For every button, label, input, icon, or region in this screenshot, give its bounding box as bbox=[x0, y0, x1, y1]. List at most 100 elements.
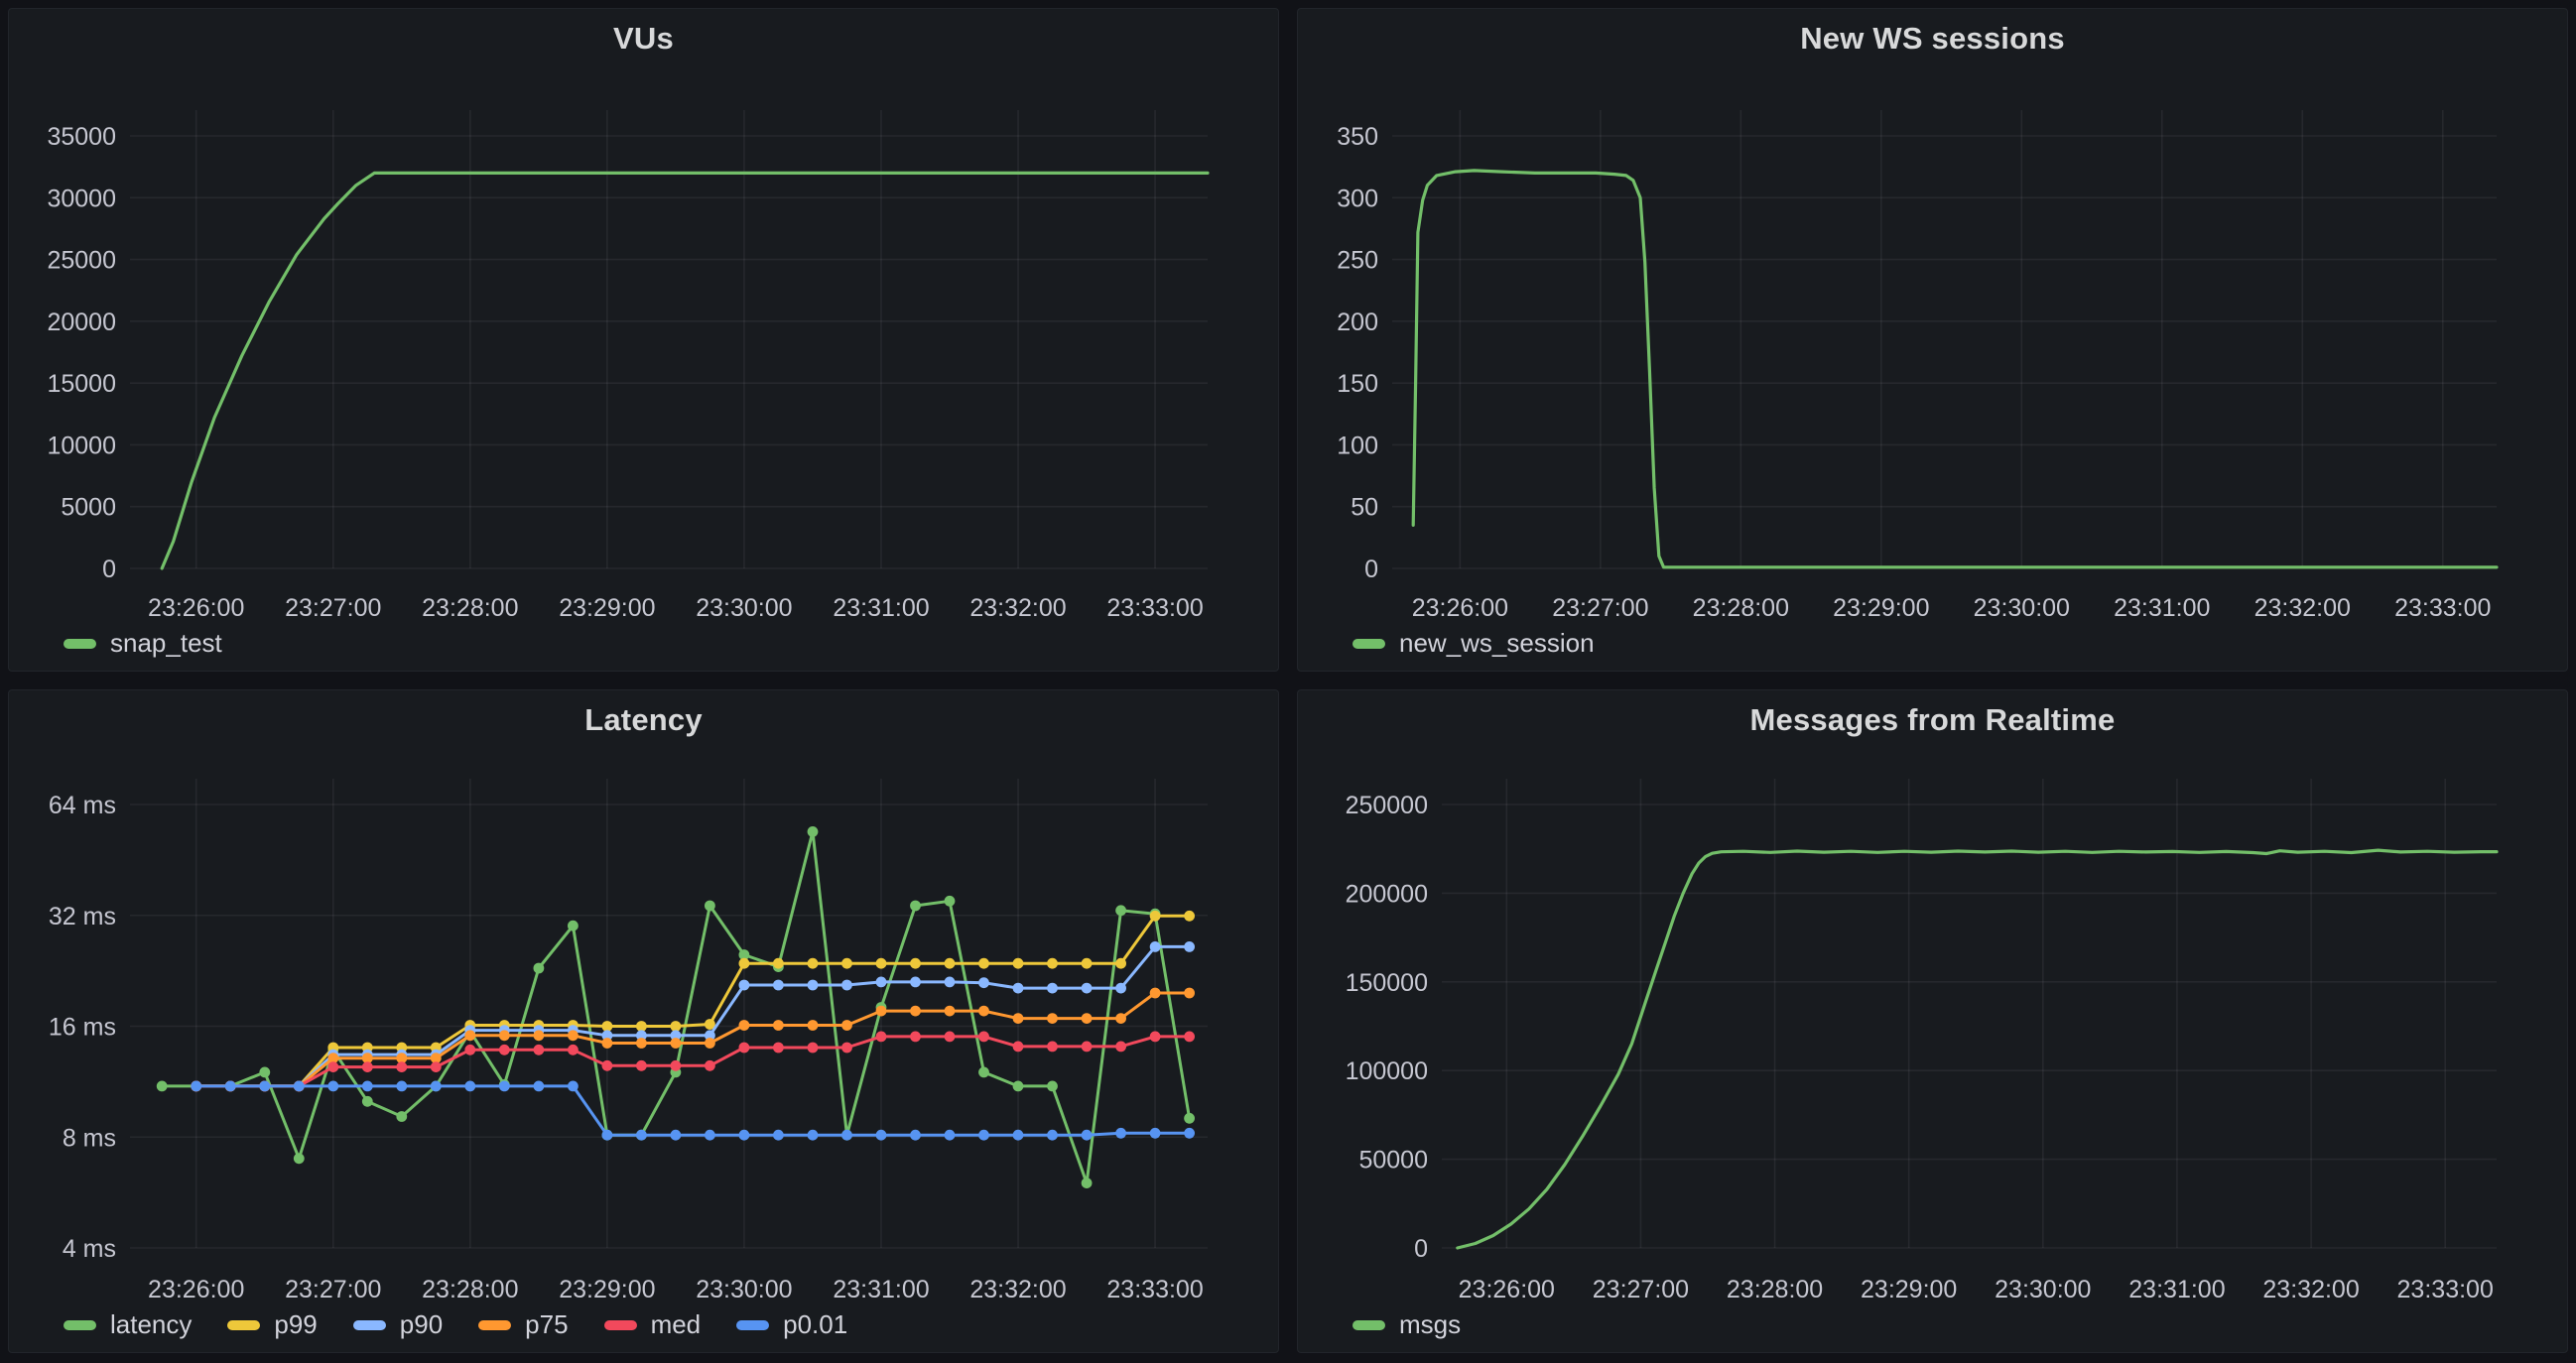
x-tick-label: 23:26:00 bbox=[1412, 594, 1508, 622]
x-tick-label: 23:33:00 bbox=[1106, 1276, 1203, 1303]
legend-latency: latency p99 p90 p75 med p0.01 bbox=[64, 1309, 847, 1340]
x-tick-label: 23:32:00 bbox=[969, 1276, 1066, 1303]
legend-item-msgs[interactable]: msgs bbox=[1352, 1309, 1461, 1340]
series-line-msgs bbox=[1458, 850, 2497, 1248]
grafana-dashboard: { "theme": { "page_bg": "#111217", "pane… bbox=[0, 0, 2576, 1363]
y-tick-label: 30000 bbox=[47, 185, 116, 212]
y-tick-label: 64 ms bbox=[49, 792, 116, 819]
legend-series-label: med bbox=[651, 1309, 702, 1340]
x-tick-label: 23:28:00 bbox=[1693, 594, 1789, 622]
x-tick-label: 23:26:00 bbox=[148, 1276, 244, 1303]
y-tick-label: 200000 bbox=[1346, 880, 1428, 908]
y-tick-label: 150 bbox=[1337, 370, 1378, 398]
x-tick-label: 23:32:00 bbox=[2254, 594, 2351, 622]
y-tick-label: 5000 bbox=[61, 494, 116, 522]
y-tick-label: 150000 bbox=[1346, 969, 1428, 997]
legend-series-swatch bbox=[604, 1320, 637, 1330]
y-tick-label: 10000 bbox=[47, 432, 116, 459]
y-tick-label: 8 ms bbox=[63, 1124, 116, 1152]
y-tick-label: 16 ms bbox=[49, 1014, 116, 1042]
x-tick-label: 23:29:00 bbox=[1861, 1276, 1957, 1303]
series-line-new_ws_session bbox=[1413, 171, 2497, 567]
y-tick-label: 100 bbox=[1337, 432, 1378, 459]
legend-series-label: p99 bbox=[274, 1309, 317, 1340]
y-tick-label: 0 bbox=[1364, 556, 1378, 583]
legend-series-swatch bbox=[64, 1320, 96, 1330]
legend-series-swatch bbox=[64, 639, 96, 649]
legend-series-swatch bbox=[227, 1320, 260, 1330]
series-line-p0.01 bbox=[196, 1086, 1190, 1135]
x-tick-label: 23:28:00 bbox=[422, 1276, 518, 1303]
y-tick-label: 0 bbox=[102, 556, 116, 583]
legend-new-ws-sessions: new_ws_session bbox=[1352, 628, 1595, 659]
y-tick-label: 250 bbox=[1337, 247, 1378, 275]
x-tick-label: 23:31:00 bbox=[2128, 1276, 2225, 1303]
legend-series-label: new_ws_session bbox=[1399, 628, 1595, 659]
chart-canvas-messages-from-realtime[interactable]: 23:26:00 23:27:00 23:28:00 23:29:00 23:30:00… bbox=[1298, 690, 2567, 1352]
x-tick-label: 23:33:00 bbox=[1106, 594, 1203, 622]
x-tick-label: 23:32:00 bbox=[969, 594, 1066, 622]
legend-series-label: p0.01 bbox=[783, 1309, 847, 1340]
chart-canvas-new-ws-sessions[interactable]: 23:26:0023:27:0023:28:0023:29:0023:30:00… bbox=[1298, 9, 2567, 671]
y-tick-label: 100000 bbox=[1346, 1057, 1428, 1085]
legend-series-label: p90 bbox=[400, 1309, 443, 1340]
x-tick-label: 23:33:00 bbox=[2394, 594, 2491, 622]
legend-item-new_ws_session[interactable]: new_ws_session bbox=[1352, 628, 1595, 659]
series-line-p99 bbox=[196, 916, 1190, 1086]
legend-series-swatch bbox=[1352, 1320, 1385, 1330]
y-tick-label: 4 ms bbox=[63, 1235, 116, 1263]
x-tick-label: 23:30:00 bbox=[696, 1276, 792, 1303]
series-points-p0.01 bbox=[191, 1081, 1195, 1141]
y-tick-label: 200 bbox=[1337, 309, 1378, 336]
y-tick-label: 32 ms bbox=[49, 903, 116, 930]
x-tick-label: 23:27:00 bbox=[1552, 594, 1648, 622]
series-points-p75 bbox=[191, 988, 1195, 1092]
x-tick-label: 23:28:00 bbox=[1727, 1276, 1823, 1303]
legend-item-p99[interactable]: p99 bbox=[227, 1309, 317, 1340]
x-tick-label: 23:31:00 bbox=[833, 1276, 929, 1303]
legend-item-p90[interactable]: p90 bbox=[353, 1309, 443, 1340]
y-tick-label: 25000 bbox=[47, 247, 116, 275]
legend-messages-from-realtime: msgs bbox=[1352, 1309, 1461, 1340]
legend-item-p0.01[interactable]: p0.01 bbox=[736, 1309, 847, 1340]
x-tick-label: 23:26:00 bbox=[148, 594, 244, 622]
series-line-snap_test bbox=[162, 173, 1208, 568]
y-tick-label: 50 bbox=[1351, 494, 1378, 522]
x-tick-label: 23:30:00 bbox=[1974, 594, 2070, 622]
chart-canvas-vus[interactable]: 23:26:0023:27:0023:28:0023:29:0023:30:00… bbox=[9, 9, 1278, 671]
series-line-p75 bbox=[196, 993, 1190, 1086]
chart-canvas-latency[interactable]: 23:26:0023:27:0023:28:0023:29:0023:30:00… bbox=[9, 690, 1278, 1352]
y-tick-label: 20000 bbox=[47, 309, 116, 336]
y-tick-label: 300 bbox=[1337, 185, 1378, 212]
y-tick-label: 250000 bbox=[1346, 792, 1428, 819]
legend-item-latency[interactable]: latency bbox=[64, 1309, 192, 1340]
panel-new-ws-sessions: New WS sessions 23:26:0023:27:0023:28:00… bbox=[1297, 8, 2568, 672]
y-tick-label: 50000 bbox=[1358, 1147, 1428, 1175]
legend-item-p75[interactable]: p75 bbox=[478, 1309, 568, 1340]
x-tick-label: 23:26:00 bbox=[1459, 1276, 1555, 1303]
panel-messages-from-realtime: Messages from Realtime 23:26:0023:27:002… bbox=[1297, 689, 2568, 1353]
y-tick-label: 35000 bbox=[47, 123, 116, 151]
x-tick-label: 23:27:00 bbox=[1593, 1276, 1689, 1303]
x-tick-label: 23:31:00 bbox=[833, 594, 929, 622]
legend-series-label: snap_test bbox=[110, 628, 222, 659]
legend-item-med[interactable]: med bbox=[604, 1309, 702, 1340]
x-tick-label: 23:32:00 bbox=[2262, 1276, 2359, 1303]
legend-series-swatch bbox=[1352, 639, 1385, 649]
x-tick-label: 23:30:00 bbox=[1995, 1276, 2091, 1303]
x-tick-label: 23:28:00 bbox=[422, 594, 518, 622]
legend-series-swatch bbox=[736, 1320, 769, 1330]
legend-series-label: msgs bbox=[1399, 1309, 1461, 1340]
legend-item-snap_test[interactable]: snap_test bbox=[64, 628, 222, 659]
y-tick-label: 15000 bbox=[47, 370, 116, 398]
legend-vus: snap_test bbox=[64, 628, 222, 659]
x-tick-label: 23:31:00 bbox=[2114, 594, 2210, 622]
x-tick-label: 23:27:00 bbox=[285, 594, 381, 622]
x-tick-label: 23:29:00 bbox=[559, 1276, 655, 1303]
x-tick-label: 23:33:00 bbox=[2397, 1276, 2494, 1303]
x-tick-label: 23:30:00 bbox=[696, 594, 792, 622]
legend-series-swatch bbox=[353, 1320, 386, 1330]
panel-latency: Latency 23:26:0023:27:0023:28:0023:29:00… bbox=[8, 689, 1279, 1353]
y-tick-label: 350 bbox=[1337, 123, 1378, 151]
legend-series-label: p75 bbox=[525, 1309, 568, 1340]
